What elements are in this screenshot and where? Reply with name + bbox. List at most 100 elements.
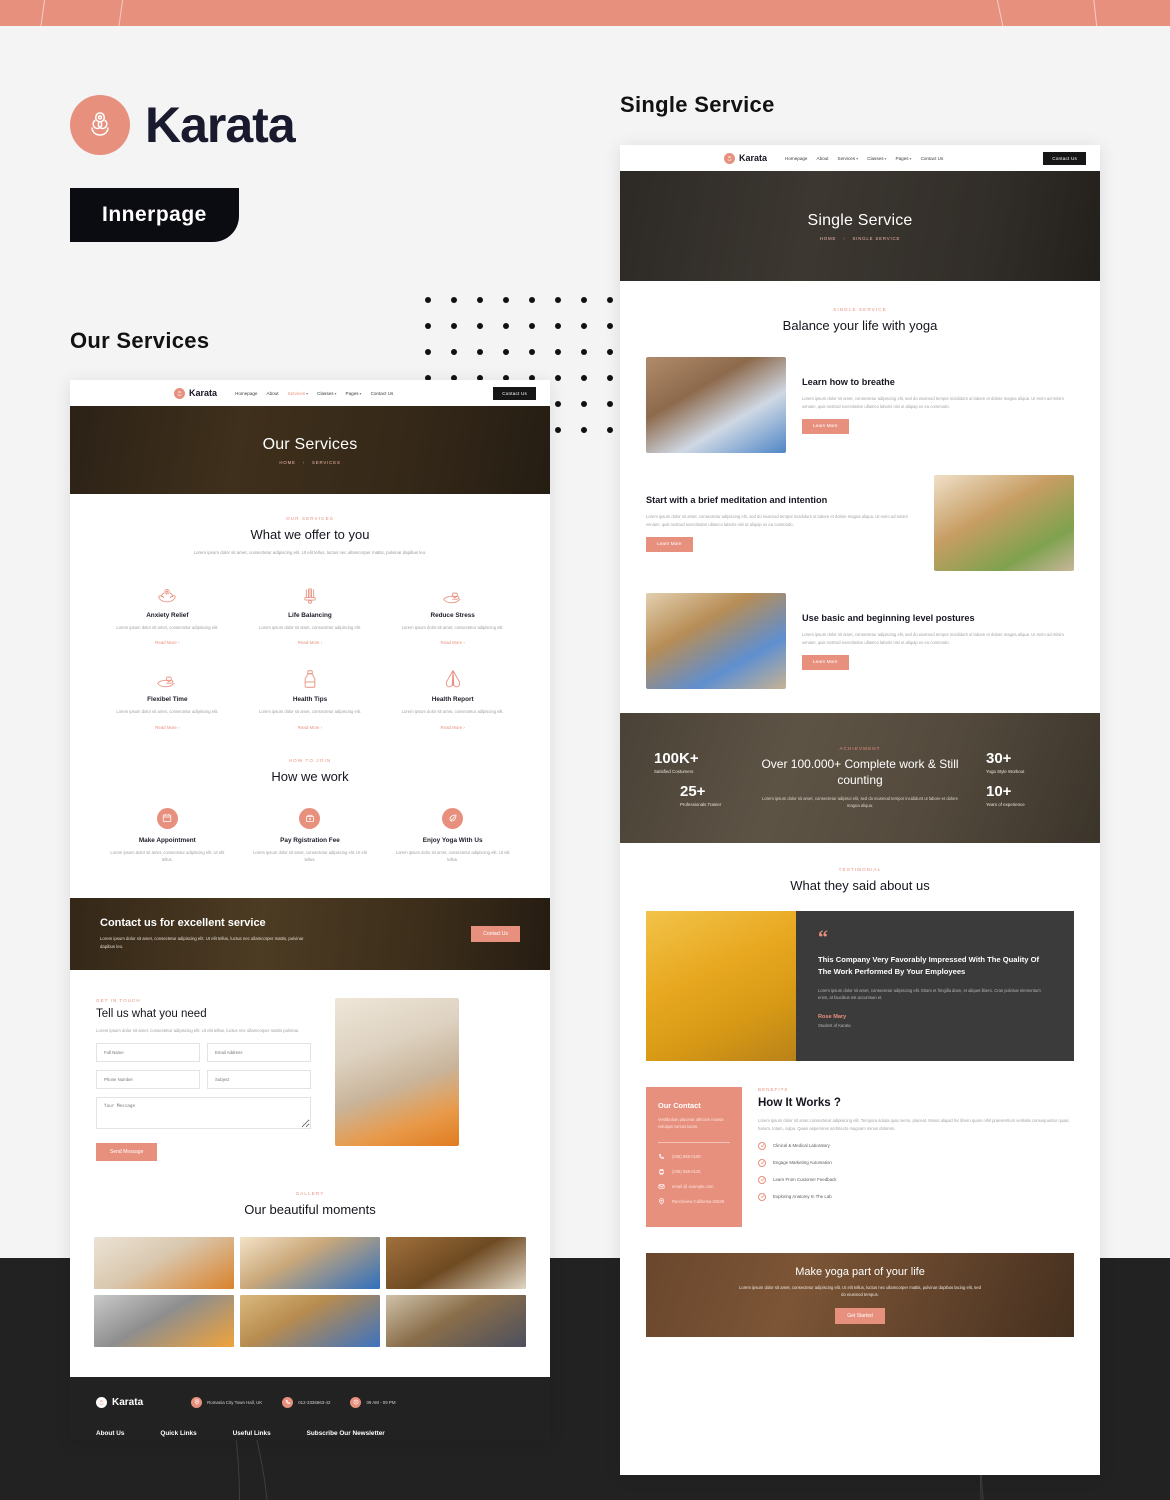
get-started-button[interactable]: Get Started	[835, 1307, 885, 1324]
service-card[interactable]: Health Report Lorem ipsum dolor sit amet…	[381, 667, 524, 730]
read-more-link[interactable]: Read More ›	[387, 725, 518, 730]
site-logo[interactable]: Karata	[724, 152, 767, 164]
footer-hours: 09 AM - 09 PM	[350, 1396, 396, 1408]
achievement-stats-right: 30+ Yoga Style Workout 10+ Years of expe…	[972, 741, 1066, 816]
stat-item: 100K+ Satisfied Costumers	[654, 750, 748, 774]
section-title: Tell us what you need	[96, 1007, 207, 1020]
section-eyebrow: ACHIEVMENT	[839, 746, 881, 752]
quote-icon: “	[818, 927, 828, 949]
service-card[interactable]: Life Balancing Lorem ipsum dolor sit ame…	[239, 583, 382, 645]
email-input[interactable]	[207, 1042, 311, 1062]
service-card[interactable]: Anxiety Relief Lorem ipsum dolor sit ame…	[96, 583, 239, 645]
nav-item-homepage[interactable]: Homepage	[785, 156, 807, 161]
site-header: Karata Homepage About Services▾ Classes▾…	[620, 145, 1100, 171]
service-name: Flexibel Time	[147, 696, 188, 704]
checklist-text: Exploring Anatomy In The Lab	[773, 1194, 832, 1200]
site-logo[interactable]: Karata	[174, 387, 217, 399]
nav-item-about[interactable]: About	[817, 156, 829, 161]
read-more-link[interactable]: Read More ›	[102, 725, 233, 730]
gallery-image[interactable]	[94, 1294, 234, 1347]
stat-label: Satisfied Costumers	[654, 768, 694, 774]
section-subtitle: Lorem ipsum dolor sit amet, consectetur …	[193, 550, 427, 555]
nav-item-classes[interactable]: Classes▾	[867, 156, 886, 161]
stat-number: 10+	[986, 782, 1012, 800]
nav-item-pages[interactable]: Pages▾	[896, 156, 912, 161]
phone-input[interactable]	[96, 1069, 200, 1089]
cta-band-contact: Contact us for excellent service Lorem i…	[70, 897, 550, 970]
footer-phone: 012-3336663-42	[282, 1396, 331, 1408]
gallery-image[interactable]	[386, 1236, 526, 1289]
phone-icon	[658, 1153, 665, 1159]
service-text: Lorem ipsum dolor sit amet, consectetur …	[116, 624, 219, 630]
service-name: Reduce Stress	[430, 611, 475, 619]
message-textarea[interactable]	[96, 1096, 311, 1129]
footer-column-title: About Us	[96, 1429, 125, 1437]
service-card[interactable]: Reduce Stress Lorem ipsum dolor sit amet…	[381, 583, 524, 645]
cta-title: Contact us for excellent service	[100, 917, 266, 930]
gallery-image[interactable]	[240, 1236, 380, 1289]
chevron-down-icon: ▾	[856, 155, 859, 161]
section-title: How It Works ?	[758, 1097, 841, 1109]
contact-fax[interactable]: (205) 555-0125	[658, 1168, 730, 1175]
section-eyebrow: GET IN TOUCH	[96, 997, 141, 1003]
contact-phone[interactable]: (205) 555-0100	[658, 1153, 730, 1160]
header-contact-button[interactable]: Contact Us	[493, 386, 536, 400]
service-card[interactable]: Health Tips Lorem ipsum dolor sit amet, …	[239, 667, 382, 730]
achievement-title: Over 100.000+ Complete work & Still coun…	[761, 757, 959, 788]
read-more-link[interactable]: Read More ›	[102, 640, 233, 645]
breadcrumb-home[interactable]: HOME	[279, 460, 295, 465]
header-contact-button[interactable]: Contact Us	[1043, 151, 1086, 165]
trefoil-lotus-icon	[70, 95, 130, 155]
stat-number: 25+	[680, 782, 706, 800]
read-more-link[interactable]: Read More ›	[245, 725, 376, 730]
read-more-link[interactable]: Read More ›	[245, 640, 376, 645]
send-message-button[interactable]: Send Message	[96, 1142, 158, 1161]
service-card[interactable]: Flexibel Time Lorem ipsum dolor sit amet…	[96, 667, 239, 730]
breadcrumb-current: SERVICES	[312, 459, 341, 465]
chevron-down-icon: ▾	[306, 390, 309, 396]
breadcrumb-home[interactable]: HOME	[820, 236, 836, 241]
contact-email[interactable]: email @ example.com	[658, 1183, 730, 1190]
section-eyebrow: BENEFITS	[758, 1087, 789, 1092]
nav-item-services[interactable]: Services▾	[288, 391, 309, 396]
payment-icon	[299, 807, 321, 829]
nav-item-classes[interactable]: Classes▾	[317, 391, 336, 396]
work-step: Pay Rgistration Fee Lorem ipsum dolor si…	[239, 807, 382, 864]
footer-logo[interactable]: Karata	[96, 1396, 143, 1408]
nav-item-contact-us[interactable]: Contact Us	[921, 156, 944, 161]
brand-name: Karata	[145, 97, 296, 153]
gallery-image[interactable]	[386, 1294, 526, 1347]
work-step-text: Lorem ipsum dolor sit amet, consectetur …	[395, 849, 510, 863]
section-how-it-works: Our Contact Vestibulum placerat ultricie…	[620, 1061, 1100, 1227]
full-name-input[interactable]	[96, 1042, 200, 1062]
footer-phone-text: 012-3336663-42	[298, 1399, 331, 1405]
work-step-text: Lorem ipsum dolor sit amet, consectetur …	[110, 849, 225, 863]
work-step-name: Pay Rgistration Fee	[280, 836, 340, 844]
stat-label: Yoga Style Workout	[986, 768, 1025, 774]
learn-more-button[interactable]: Learn More	[802, 655, 849, 671]
nav-item-homepage[interactable]: Homepage	[235, 391, 257, 396]
contact-box-title: Our Contact	[658, 1101, 701, 1110]
bottom-cta-banner: Make yoga part of your life Lorem ipsum …	[646, 1252, 1074, 1337]
achievement-stats-left: 100K+ Satisfied Costumers 25+ Profession…	[654, 741, 748, 816]
read-more-link[interactable]: Read More ›	[387, 640, 518, 645]
clock-icon	[350, 1396, 362, 1408]
learn-more-button[interactable]: Learn More	[802, 419, 849, 435]
work-step-name: Make Appointment	[138, 836, 196, 844]
stat-item: 10+ Years of experience	[986, 783, 1066, 807]
section-intro: SINGLE SERVICE Balance your life with yo…	[620, 281, 1100, 333]
divider	[658, 1141, 730, 1143]
gallery-image[interactable]	[94, 1236, 234, 1289]
gallery-image[interactable]	[240, 1294, 380, 1347]
learn-more-button[interactable]: Learn More	[646, 537, 693, 553]
cta-contact-button[interactable]: Contact Us	[471, 925, 520, 942]
nav-item-about[interactable]: About	[267, 391, 279, 396]
testimonial-author-name: Rose Mary	[818, 1014, 847, 1021]
nav-item-contact-us[interactable]: Contact Us	[371, 391, 394, 396]
subject-input[interactable]	[207, 1069, 311, 1089]
mock-page-our-services: Karata Homepage About Services▾ Classes▾…	[70, 380, 550, 1440]
nav-item-services[interactable]: Services▾	[838, 156, 859, 161]
checklist-item: Exploring Anatomy In The Lab	[758, 1192, 1074, 1201]
top-decorative-bar	[0, 0, 1170, 26]
nav-item-pages[interactable]: Pages▾	[346, 391, 362, 396]
